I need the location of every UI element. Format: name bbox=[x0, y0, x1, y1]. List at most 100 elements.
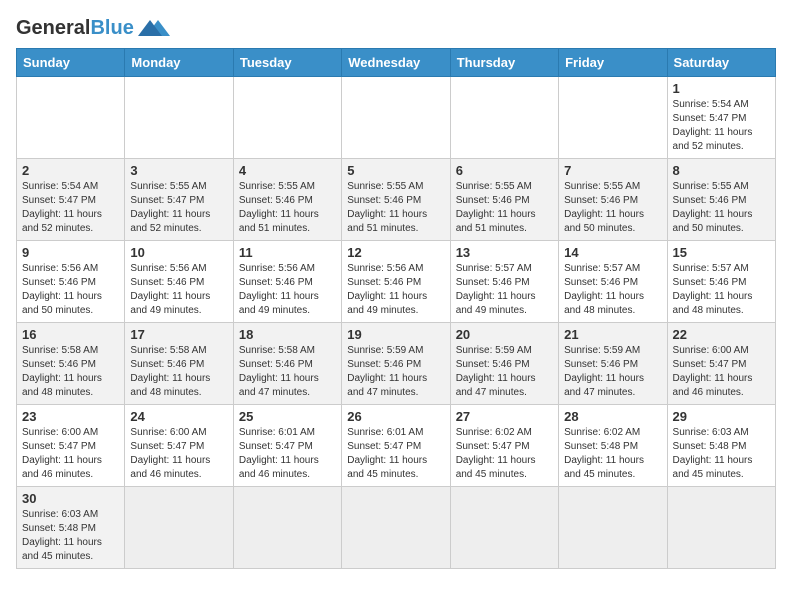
calendar-cell: 26Sunrise: 6:01 AMSunset: 5:47 PMDayligh… bbox=[342, 405, 450, 487]
calendar-cell: 7 Sunrise: 5:55 AMSunset: 5:46 PMDaylight… bbox=[559, 159, 667, 241]
sunrise-text: Sunrise: 5:55 AM bbox=[456, 180, 553, 194]
calendar-cell bbox=[233, 487, 341, 569]
calendar-cell bbox=[342, 487, 450, 569]
daylight-text: Daylight: 11 hours and 51 minutes. bbox=[239, 208, 336, 236]
calendar-cell bbox=[342, 77, 450, 159]
calendar-cell: 4Sunrise: 5:55 AMSunset: 5:46 PMDaylight… bbox=[233, 159, 341, 241]
sunrise-text: Sunrise: 5:57 AM bbox=[673, 262, 770, 276]
calendar-week-row: 23 Sunrise: 6:00 AMSunset: 5:47 PMDayligh… bbox=[17, 405, 776, 487]
day-info: Sunrise: 5:57 AMSunset: 5:46 PMDaylight:… bbox=[673, 262, 770, 318]
day-info: Sunrise: 5:55 AMSunset: 5:46 PMDaylight:… bbox=[564, 180, 661, 236]
day-info: Sunrise: 5:55 AMSunset: 5:47 PMDaylight:… bbox=[130, 180, 227, 236]
calendar-cell bbox=[450, 77, 558, 159]
calendar-week-row: 16Sunrise: 5:58 AMSunset: 5:46 PMDayligh… bbox=[17, 323, 776, 405]
daylight-text: Daylight: 11 hours and 51 minutes. bbox=[456, 208, 553, 236]
calendar-cell: 23Sunrise: 6:00 AMSunset: 5:47 PMDayligh… bbox=[17, 405, 125, 487]
calendar-cell bbox=[450, 487, 558, 569]
day-number: 8 bbox=[673, 163, 770, 178]
daylight-text: Daylight: 11 hours and 45 minutes. bbox=[456, 454, 553, 482]
day-number: 5 bbox=[347, 163, 444, 178]
sunset-text: Sunset: 5:46 PM bbox=[239, 194, 336, 208]
sunset-text: Sunset: 5:48 PM bbox=[673, 440, 770, 454]
day-number: 23 bbox=[22, 409, 119, 424]
daylight-text: Daylight: 11 hours and 50 minutes. bbox=[564, 208, 661, 236]
daylight-text: Daylight: 11 hours and 48 minutes. bbox=[564, 290, 661, 318]
day-info: Sunrise: 6:02 AMSunset: 5:47 PMDaylight:… bbox=[456, 426, 553, 482]
day-number: 24 bbox=[130, 409, 227, 424]
day-info: Sunrise: 5:58 AMSunset: 5:46 PMDaylight:… bbox=[22, 344, 119, 400]
sunset-text: Sunset: 5:46 PM bbox=[347, 276, 444, 290]
daylight-text: Daylight: 11 hours and 48 minutes. bbox=[673, 290, 770, 318]
day-info: Sunrise: 6:00 AMSunset: 5:47 PMDaylight:… bbox=[130, 426, 227, 482]
sunset-text: Sunset: 5:47 PM bbox=[22, 194, 119, 208]
calendar-cell: 16 Sunrise: 5:58 AMSunset: 5:46 PMDayligh… bbox=[17, 323, 125, 405]
sunset-text: Sunset: 5:47 PM bbox=[347, 440, 444, 454]
calendar-cell: 30Sunrise: 6:03 AMSunset: 5:48 PMDayligh… bbox=[17, 487, 125, 569]
day-number: 21 bbox=[564, 327, 661, 342]
calendar-cell: 15Sunrise: 5:57 AMSunset: 5:46 PMDayligh… bbox=[667, 241, 775, 323]
daylight-text: Daylight: 11 hours and 48 minutes. bbox=[130, 372, 227, 400]
calendar-cell: 20Sunrise: 5:59 AMSunset: 5:46 PMDayligh… bbox=[450, 323, 558, 405]
day-info: Sunrise: 5:57 AMSunset: 5:46 PMDaylight:… bbox=[456, 262, 553, 318]
sunrise-text: Sunrise: 5:55 AM bbox=[130, 180, 227, 194]
daylight-text: Daylight: 11 hours and 48 minutes. bbox=[22, 372, 119, 400]
daylight-text: Daylight: 11 hours and 49 minutes. bbox=[130, 290, 227, 318]
calendar-cell: 12Sunrise: 5:56 AMSunset: 5:46 PMDayligh… bbox=[342, 241, 450, 323]
sunrise-text: Sunrise: 6:03 AM bbox=[22, 508, 119, 522]
calendar-cell bbox=[233, 77, 341, 159]
calendar-table: SundayMondayTuesdayWednesdayThursdayFrid… bbox=[16, 48, 776, 569]
day-number: 11 bbox=[239, 245, 336, 260]
logo-text: GeneralBlue bbox=[16, 17, 134, 40]
day-info: Sunrise: 6:01 AMSunset: 5:47 PMDaylight:… bbox=[347, 426, 444, 482]
sunrise-text: Sunrise: 6:02 AM bbox=[564, 426, 661, 440]
calendar-cell: 8Sunrise: 5:55 AMSunset: 5:46 PMDaylight… bbox=[667, 159, 775, 241]
daylight-text: Daylight: 11 hours and 45 minutes. bbox=[22, 536, 119, 564]
calendar-cell: 29Sunrise: 6:03 AMSunset: 5:48 PMDayligh… bbox=[667, 405, 775, 487]
calendar-header-wednesday: Wednesday bbox=[342, 49, 450, 77]
sunset-text: Sunset: 5:46 PM bbox=[22, 276, 119, 290]
calendar-cell: 1Sunrise: 5:54 AMSunset: 5:47 PMDaylight… bbox=[667, 77, 775, 159]
day-number: 16 bbox=[22, 327, 119, 342]
calendar-header-friday: Friday bbox=[559, 49, 667, 77]
day-info: Sunrise: 6:00 AMSunset: 5:47 PMDaylight:… bbox=[673, 344, 770, 400]
calendar-header-tuesday: Tuesday bbox=[233, 49, 341, 77]
sunset-text: Sunset: 5:47 PM bbox=[130, 194, 227, 208]
sunrise-text: Sunrise: 5:54 AM bbox=[673, 98, 770, 112]
calendar-cell: 17Sunrise: 5:58 AMSunset: 5:46 PMDayligh… bbox=[125, 323, 233, 405]
calendar-cell: 28Sunrise: 6:02 AMSunset: 5:48 PMDayligh… bbox=[559, 405, 667, 487]
day-info: Sunrise: 6:03 AMSunset: 5:48 PMDaylight:… bbox=[673, 426, 770, 482]
sunset-text: Sunset: 5:47 PM bbox=[673, 112, 770, 126]
day-number: 3 bbox=[130, 163, 227, 178]
day-number: 13 bbox=[456, 245, 553, 260]
sunrise-text: Sunrise: 5:56 AM bbox=[239, 262, 336, 276]
daylight-text: Daylight: 11 hours and 52 minutes. bbox=[673, 126, 770, 154]
sunset-text: Sunset: 5:46 PM bbox=[239, 358, 336, 372]
day-number: 17 bbox=[130, 327, 227, 342]
daylight-text: Daylight: 11 hours and 46 minutes. bbox=[239, 454, 336, 482]
sunset-text: Sunset: 5:46 PM bbox=[456, 358, 553, 372]
sunset-text: Sunset: 5:46 PM bbox=[673, 194, 770, 208]
sunrise-text: Sunrise: 5:57 AM bbox=[564, 262, 661, 276]
daylight-text: Daylight: 11 hours and 47 minutes. bbox=[239, 372, 336, 400]
daylight-text: Daylight: 11 hours and 45 minutes. bbox=[564, 454, 661, 482]
day-info: Sunrise: 5:56 AMSunset: 5:46 PMDaylight:… bbox=[239, 262, 336, 318]
sunrise-text: Sunrise: 5:57 AM bbox=[456, 262, 553, 276]
calendar-cell bbox=[667, 487, 775, 569]
day-number: 22 bbox=[673, 327, 770, 342]
day-number: 9 bbox=[22, 245, 119, 260]
calendar-cell: 9Sunrise: 5:56 AMSunset: 5:46 PMDaylight… bbox=[17, 241, 125, 323]
sunrise-text: Sunrise: 5:58 AM bbox=[22, 344, 119, 358]
calendar-week-row: 30Sunrise: 6:03 AMSunset: 5:48 PMDayligh… bbox=[17, 487, 776, 569]
calendar-week-row: 2Sunrise: 5:54 AMSunset: 5:47 PMDaylight… bbox=[17, 159, 776, 241]
sunrise-text: Sunrise: 5:59 AM bbox=[347, 344, 444, 358]
daylight-text: Daylight: 11 hours and 49 minutes. bbox=[239, 290, 336, 318]
sunset-text: Sunset: 5:46 PM bbox=[673, 276, 770, 290]
sunset-text: Sunset: 5:46 PM bbox=[239, 276, 336, 290]
calendar-header-thursday: Thursday bbox=[450, 49, 558, 77]
day-number: 7 bbox=[564, 163, 661, 178]
sunset-text: Sunset: 5:46 PM bbox=[347, 358, 444, 372]
day-number: 27 bbox=[456, 409, 553, 424]
daylight-text: Daylight: 11 hours and 49 minutes. bbox=[347, 290, 444, 318]
day-info: Sunrise: 5:57 AMSunset: 5:46 PMDaylight:… bbox=[564, 262, 661, 318]
daylight-text: Daylight: 11 hours and 47 minutes. bbox=[564, 372, 661, 400]
